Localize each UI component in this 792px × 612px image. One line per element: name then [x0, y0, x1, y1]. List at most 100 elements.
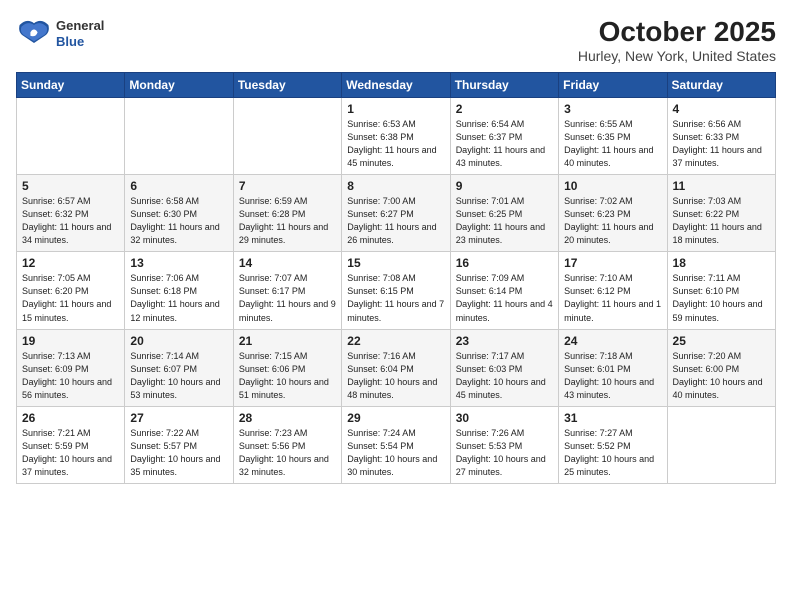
calendar-cell: 9 Sunrise: 7:01 AM Sunset: 6:25 PM Daylig… [450, 175, 558, 252]
calendar-cell: 27 Sunrise: 7:22 AM Sunset: 5:57 PM Dayli… [125, 406, 233, 483]
cell-content: Sunrise: 6:57 AM Sunset: 6:32 PM Dayligh… [22, 195, 119, 247]
calendar-cell: 13 Sunrise: 7:06 AM Sunset: 6:18 PM Dayli… [125, 252, 233, 329]
month-title: October 2025 [578, 16, 776, 48]
calendar-cell: 2 Sunrise: 6:54 AM Sunset: 6:37 PM Daylig… [450, 98, 558, 175]
day-number: 22 [347, 334, 444, 348]
calendar-cell: 23Sunrise: 7:17 AM Sunset: 6:03 PM Dayli… [450, 329, 558, 406]
calendar-cell: 18 Sunrise: 7:11 AM Sunset: 6:10 PM Dayli… [667, 252, 775, 329]
cell-content: Sunrise: 7:26 AM Sunset: 5:53 PM Dayligh… [456, 427, 553, 479]
day-number: 12 [22, 256, 119, 270]
calendar-cell: 1 Sunrise: 6:53 AM Sunset: 6:38 PM Daylig… [342, 98, 450, 175]
cell-content: Sunrise: 7:20 AM Sunset: 6:00 PM Dayligh… [673, 350, 770, 402]
day-number: 31 [564, 411, 661, 425]
calendar-cell: 21Sunrise: 7:15 AM Sunset: 6:06 PM Dayli… [233, 329, 341, 406]
day-number: 19 [22, 334, 119, 348]
cell-content: Sunrise: 7:06 AM Sunset: 6:18 PM Dayligh… [130, 272, 227, 324]
calendar-cell: 10 Sunrise: 7:02 AM Sunset: 6:23 PM Dayli… [559, 175, 667, 252]
calendar-cell: 12 Sunrise: 7:05 AM Sunset: 6:20 PM Dayli… [17, 252, 125, 329]
cell-content: Sunrise: 6:59 AM Sunset: 6:28 PM Dayligh… [239, 195, 336, 247]
day-number: 29 [347, 411, 444, 425]
cell-content: Sunrise: 6:56 AM Sunset: 6:33 PM Dayligh… [673, 118, 770, 170]
cell-content: Sunrise: 6:58 AM Sunset: 6:30 PM Dayligh… [130, 195, 227, 247]
day-number: 17 [564, 256, 661, 270]
day-number: 11 [673, 179, 770, 193]
weekday-header-friday: Friday [559, 73, 667, 98]
day-number: 14 [239, 256, 336, 270]
cell-content: Sunrise: 7:00 AM Sunset: 6:27 PM Dayligh… [347, 195, 444, 247]
calendar-cell: 16 Sunrise: 7:09 AM Sunset: 6:14 PM Dayli… [450, 252, 558, 329]
day-number: 1 [347, 102, 444, 116]
cell-content: Sunrise: 7:03 AM Sunset: 6:22 PM Dayligh… [673, 195, 770, 247]
calendar-cell: 14 Sunrise: 7:07 AM Sunset: 6:17 PM Dayli… [233, 252, 341, 329]
cell-content: Sunrise: 7:23 AM Sunset: 5:56 PM Dayligh… [239, 427, 336, 479]
calendar-cell: 17 Sunrise: 7:10 AM Sunset: 6:12 PM Dayli… [559, 252, 667, 329]
cell-content: Sunrise: 7:05 AM Sunset: 6:20 PM Dayligh… [22, 272, 119, 324]
calendar-cell: 22 Sunrise: 7:16 AM Sunset: 6:04 PM Dayli… [342, 329, 450, 406]
calendar-cell: 31 Sunrise: 7:27 AM Sunset: 5:52 PM Dayli… [559, 406, 667, 483]
cell-content: Sunrise: 7:02 AM Sunset: 6:23 PM Dayligh… [564, 195, 661, 247]
page-header: General Blue October 2025 Hurley, New Yo… [16, 16, 776, 64]
calendar-cell [667, 406, 775, 483]
cell-content: Sunrise: 7:14 AM Sunset: 6:07 PM Dayligh… [130, 350, 227, 402]
calendar-cell: 30 Sunrise: 7:26 AM Sunset: 5:53 PM Dayli… [450, 406, 558, 483]
weekday-header-tuesday: Tuesday [233, 73, 341, 98]
calendar-week-2: 5 Sunrise: 6:57 AM Sunset: 6:32 PM Daylig… [17, 175, 776, 252]
day-number: 18 [673, 256, 770, 270]
day-number: 28 [239, 411, 336, 425]
calendar-cell [17, 98, 125, 175]
cell-content: Sunrise: 7:01 AM Sunset: 6:25 PM Dayligh… [456, 195, 553, 247]
calendar-week-5: 26Sunrise: 7:21 AM Sunset: 5:59 PM Dayli… [17, 406, 776, 483]
day-number: 3 [564, 102, 661, 116]
logo-general-text: General [56, 18, 104, 34]
logo: General Blue [16, 16, 104, 52]
day-number: 13 [130, 256, 227, 270]
calendar-cell: 11 Sunrise: 7:03 AM Sunset: 6:22 PM Dayli… [667, 175, 775, 252]
day-number: 16 [456, 256, 553, 270]
cell-content: Sunrise: 7:21 AM Sunset: 5:59 PM Dayligh… [22, 427, 119, 479]
cell-content: Sunrise: 7:10 AM Sunset: 6:12 PM Dayligh… [564, 272, 661, 324]
day-number: 5 [22, 179, 119, 193]
calendar-week-4: 19Sunrise: 7:13 AM Sunset: 6:09 PM Dayli… [17, 329, 776, 406]
day-number: 30 [456, 411, 553, 425]
logo-icon [16, 16, 52, 52]
cell-content: Sunrise: 6:54 AM Sunset: 6:37 PM Dayligh… [456, 118, 553, 170]
weekday-header-row: SundayMondayTuesdayWednesdayThursdayFrid… [17, 73, 776, 98]
cell-content: Sunrise: 7:18 AM Sunset: 6:01 PM Dayligh… [564, 350, 661, 402]
calendar-cell: 15Sunrise: 7:08 AM Sunset: 6:15 PM Dayli… [342, 252, 450, 329]
calendar-cell: 3 Sunrise: 6:55 AM Sunset: 6:35 PM Daylig… [559, 98, 667, 175]
day-number: 10 [564, 179, 661, 193]
day-number: 4 [673, 102, 770, 116]
location: Hurley, New York, United States [578, 48, 776, 64]
cell-content: Sunrise: 7:07 AM Sunset: 6:17 PM Dayligh… [239, 272, 336, 324]
calendar-cell [125, 98, 233, 175]
calendar-cell: 19Sunrise: 7:13 AM Sunset: 6:09 PM Dayli… [17, 329, 125, 406]
calendar-week-1: 1 Sunrise: 6:53 AM Sunset: 6:38 PM Daylig… [17, 98, 776, 175]
cell-content: Sunrise: 6:53 AM Sunset: 6:38 PM Dayligh… [347, 118, 444, 170]
weekday-header-monday: Monday [125, 73, 233, 98]
calendar-cell: 25 Sunrise: 7:20 AM Sunset: 6:00 PM Dayli… [667, 329, 775, 406]
calendar-cell [233, 98, 341, 175]
calendar-cell: 4 Sunrise: 6:56 AM Sunset: 6:33 PM Daylig… [667, 98, 775, 175]
calendar-cell: 5 Sunrise: 6:57 AM Sunset: 6:32 PM Daylig… [17, 175, 125, 252]
day-number: 9 [456, 179, 553, 193]
cell-content: Sunrise: 7:09 AM Sunset: 6:14 PM Dayligh… [456, 272, 553, 324]
calendar-cell: 8Sunrise: 7:00 AM Sunset: 6:27 PM Daylig… [342, 175, 450, 252]
cell-content: Sunrise: 7:27 AM Sunset: 5:52 PM Dayligh… [564, 427, 661, 479]
cell-content: Sunrise: 7:08 AM Sunset: 6:15 PM Dayligh… [347, 272, 444, 324]
cell-content: Sunrise: 6:55 AM Sunset: 6:35 PM Dayligh… [564, 118, 661, 170]
day-number: 20 [130, 334, 227, 348]
day-number: 2 [456, 102, 553, 116]
logo-blue-text: Blue [56, 34, 104, 50]
day-number: 24 [564, 334, 661, 348]
calendar-cell: 24 Sunrise: 7:18 AM Sunset: 6:01 PM Dayli… [559, 329, 667, 406]
calendar-cell: 20 Sunrise: 7:14 AM Sunset: 6:07 PM Dayli… [125, 329, 233, 406]
calendar-cell: 28 Sunrise: 7:23 AM Sunset: 5:56 PM Dayli… [233, 406, 341, 483]
cell-content: Sunrise: 7:17 AM Sunset: 6:03 PM Dayligh… [456, 350, 553, 402]
cell-content: Sunrise: 7:11 AM Sunset: 6:10 PM Dayligh… [673, 272, 770, 324]
day-number: 25 [673, 334, 770, 348]
calendar-cell: 26Sunrise: 7:21 AM Sunset: 5:59 PM Dayli… [17, 406, 125, 483]
day-number: 27 [130, 411, 227, 425]
cell-content: Sunrise: 7:16 AM Sunset: 6:04 PM Dayligh… [347, 350, 444, 402]
cell-content: Sunrise: 7:24 AM Sunset: 5:54 PM Dayligh… [347, 427, 444, 479]
cell-content: Sunrise: 7:22 AM Sunset: 5:57 PM Dayligh… [130, 427, 227, 479]
